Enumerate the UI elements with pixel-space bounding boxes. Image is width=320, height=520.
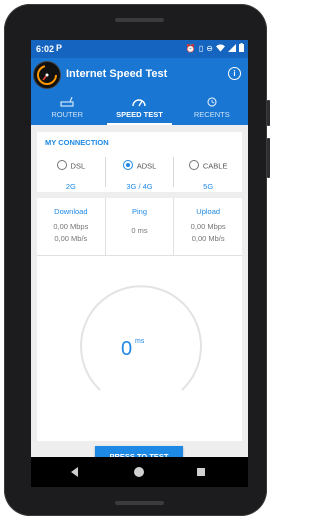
- dnd-icon: ⊖: [206, 44, 213, 53]
- app-bar: Internet Speed Test i: [31, 58, 248, 92]
- connection-option-adsl[interactable]: ADSL 3G / 4G: [104, 157, 174, 191]
- tab-speed-test-label: SPEED TEST: [116, 110, 163, 119]
- ping-stat: Ping 0 ms: [104, 198, 174, 255]
- connection-option-cable[interactable]: CABLE 5G: [173, 157, 242, 191]
- tab-recents-label: RECENTS: [193, 110, 230, 119]
- upload-mbps: 0,00 Mbps: [190, 222, 226, 231]
- connection-option-label: DSL: [70, 161, 86, 171]
- radio-icon[interactable]: [188, 159, 199, 170]
- router-icon: [60, 97, 74, 107]
- status-time: 6:02: [36, 44, 55, 54]
- connection-option-sub: 5G: [203, 182, 214, 191]
- gauge-unit: ms: [135, 338, 145, 345]
- upload-label: Upload: [196, 207, 221, 216]
- ping-label: Ping: [132, 207, 148, 216]
- ping-value: 0 ms: [131, 226, 148, 235]
- status-icons: ⏰ ▯ ⊖: [186, 43, 244, 55]
- upload-mbs: 0,00 Mb/s: [191, 234, 225, 243]
- info-icon[interactable]: i: [228, 67, 241, 80]
- tab-router[interactable]: ROUTER: [31, 92, 103, 125]
- app-screen: 6:02 P ⏰ ▯ ⊖ Internet Speed Test i ROUTE…: [31, 40, 248, 487]
- upload-stat: Upload 0,00 Mbps 0,00 Mb/s: [173, 198, 242, 255]
- app-logo-icon: [33, 61, 61, 89]
- download-label: Download: [54, 207, 88, 216]
- tab-recents[interactable]: RECENTS: [176, 92, 248, 125]
- download-mbs: 0,00 Mb/s: [54, 234, 88, 243]
- battery-icon: [239, 43, 244, 55]
- speed-gauge: [80, 285, 202, 391]
- vibrate-icon: ▯: [198, 44, 204, 53]
- status-bar: 6:02 P ⏰ ▯ ⊖: [31, 40, 248, 58]
- phone-frame: 6:02 P ⏰ ▯ ⊖ Internet Speed Test i ROUTE…: [4, 4, 270, 516]
- connection-option-sub: 3G / 4G: [126, 182, 153, 191]
- wifi-icon: [216, 43, 225, 55]
- tab-bar: ROUTER SPEED TEST RECENTS: [31, 92, 248, 125]
- radio-selected-icon[interactable]: [122, 159, 133, 170]
- connection-option-label: ADSL: [136, 161, 157, 171]
- connection-option-dsl[interactable]: DSL 2G: [37, 157, 105, 191]
- radio-icon[interactable]: [56, 159, 67, 170]
- tab-router-label: ROUTER: [51, 110, 83, 119]
- connection-option-label: CABLE: [202, 161, 228, 171]
- earpiece-speaker: [115, 18, 164, 22]
- speedometer-icon: [132, 99, 147, 107]
- history-icon: [207, 97, 217, 107]
- connection-card: MY CONNECTION DSL 2G ADSL 3G / 4G CABLE …: [37, 132, 242, 192]
- power-button: [267, 100, 270, 126]
- download-stat: Download 0,00 Mbps 0,00 Mb/s: [37, 198, 105, 255]
- notification-icon: P: [56, 43, 63, 53]
- connection-option-sub: 2G: [65, 182, 76, 191]
- home-icon[interactable]: [134, 467, 144, 477]
- volume-button: [267, 138, 270, 178]
- system-nav-bar: [31, 457, 248, 487]
- bottom-speaker: [115, 501, 164, 505]
- download-mbps: 0,00 Mbps: [53, 222, 89, 231]
- app-title: Internet Speed Test: [66, 68, 168, 80]
- signal-icon: [228, 43, 236, 55]
- stats-row: Download 0,00 Mbps 0,00 Mb/s Ping 0 ms U…: [37, 198, 242, 256]
- gauge-value: 0: [121, 338, 133, 360]
- connection-options: DSL 2G ADSL 3G / 4G CABLE 5G: [37, 157, 242, 191]
- alarm-icon: ⏰: [185, 44, 196, 53]
- speed-test-card: Download 0,00 Mbps 0,00 Mb/s Ping 0 ms U…: [37, 198, 242, 468]
- tab-speed-test[interactable]: SPEED TEST: [103, 92, 175, 125]
- connection-title: MY CONNECTION: [45, 138, 109, 147]
- recent-apps-icon[interactable]: [197, 468, 205, 476]
- back-icon[interactable]: [71, 467, 78, 477]
